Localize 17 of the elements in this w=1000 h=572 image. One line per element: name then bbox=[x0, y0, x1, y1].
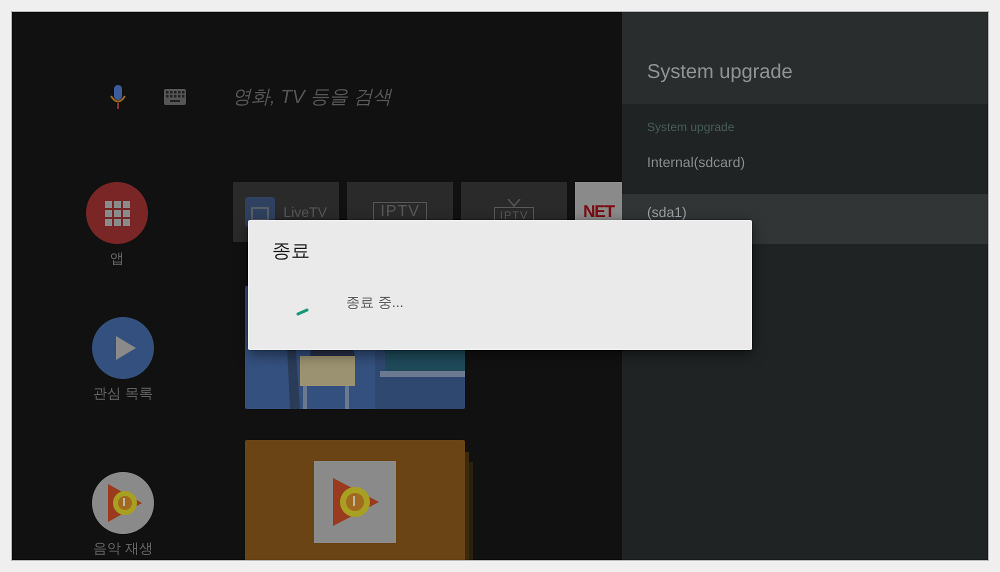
play-icon bbox=[92, 317, 154, 379]
panel-title: System upgrade bbox=[647, 60, 793, 84]
keyboard-icon[interactable] bbox=[164, 88, 186, 105]
antenna-icon bbox=[506, 199, 522, 207]
section-header: System upgrade bbox=[646, 119, 736, 136]
spinner-icon bbox=[296, 306, 310, 316]
mic-icon[interactable] bbox=[110, 84, 126, 109]
search-field[interactable]: 영화, TV 등을 검색 bbox=[232, 84, 392, 110]
tile-label: NET bbox=[583, 202, 614, 222]
music-card[interactable] bbox=[245, 440, 465, 560]
shortcut-button[interactable]: 음악 재생 bbox=[78, 472, 168, 558]
music-play-icon bbox=[92, 472, 154, 534]
shortcut-button[interactable]: 관심 목록 bbox=[78, 317, 168, 403]
shortcut-button[interactable]: 앱 bbox=[78, 182, 156, 268]
dialog-title: 종료 bbox=[272, 240, 311, 264]
grid-icon bbox=[86, 182, 148, 244]
dialog-message: 종료 중... bbox=[346, 294, 404, 312]
